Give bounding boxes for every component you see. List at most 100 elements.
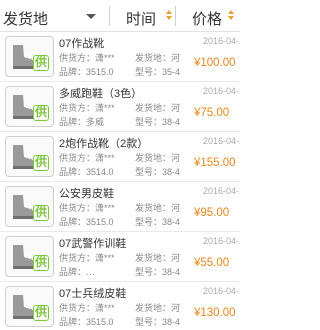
product-supplier: 供货方：潇***	[59, 201, 115, 214]
product-title: 07士兵绒皮鞋	[59, 288, 127, 300]
supplier-label: 供货方：	[59, 103, 96, 113]
model-value: 38-46	[162, 317, 180, 327]
product-date: 2016-04-1	[203, 286, 240, 296]
brand-label: 品牌：	[59, 167, 87, 177]
origin-value: 河南	[171, 203, 180, 213]
product-brand: 品牌：…	[59, 265, 95, 278]
brand-label: 品牌：	[59, 267, 87, 277]
brand-value: 多威	[86, 117, 105, 127]
model-label: 型号：	[135, 167, 163, 177]
brand-value: 3515.0	[86, 217, 114, 227]
model-value: 38-46	[162, 217, 180, 227]
model-label: 型号：	[135, 217, 163, 227]
product-item[interactable]: 供 多威跑鞋（3色） 2016-04-1 供货方：潇*** 发货地：河南 品牌：…	[0, 82, 240, 132]
supply-badge: 供	[33, 255, 49, 271]
origin-value: 河南	[171, 303, 180, 313]
product-price: ¥130.00	[194, 307, 236, 319]
model-label: 型号：	[135, 317, 163, 327]
product-origin: 发货地：河南	[135, 151, 180, 164]
origin-value: 河南	[171, 253, 180, 263]
model-value: 38-45	[162, 117, 180, 127]
brand-value: …	[86, 267, 96, 277]
product-price: ¥100.00	[194, 57, 236, 69]
chevron-down-icon	[86, 14, 96, 19]
sort-icon	[166, 10, 174, 22]
supplier-value: 潇***	[95, 53, 115, 63]
model-label: 型号：	[135, 117, 163, 127]
model-value: 38-46	[162, 167, 180, 177]
product-origin: 发货地：河南	[135, 101, 180, 114]
product-title: 07作战靴	[59, 38, 105, 50]
product-title: 公安男皮鞋	[59, 188, 114, 200]
time-sort-label: 时间	[126, 11, 157, 28]
supplier-label: 供货方：	[59, 303, 96, 313]
supply-badge: 供	[33, 105, 49, 121]
supplier-value: 潇***	[95, 153, 115, 163]
product-price: ¥55.00	[194, 257, 230, 269]
brand-value: 3515.0	[86, 67, 114, 77]
product-thumbnail: 供	[5, 236, 54, 277]
origin-filter-label: 发货地	[3, 11, 49, 28]
product-origin: 发货地：河南	[135, 201, 180, 214]
product-thumbnail: 供	[5, 186, 54, 227]
supplier-value: 潇***	[95, 103, 115, 113]
model-label: 型号：	[135, 267, 163, 277]
product-title: 07武警作训鞋	[59, 238, 127, 250]
product-item[interactable]: 供 2炮作战靴（2款） 2016-04-1 供货方：潇*** 发货地：河南 品牌…	[0, 132, 240, 182]
product-item[interactable]: 供 07作战靴 2016-04-1 供货方：潇*** 发货地：河南 品牌：351…	[0, 32, 240, 82]
price-sort-button[interactable]: 价格	[176, 0, 240, 31]
supplier-label: 供货方：	[59, 53, 96, 63]
product-supplier: 供货方：潇***	[59, 51, 115, 64]
price-sort-label: 价格	[192, 11, 223, 28]
product-origin: 发货地：河南	[135, 51, 180, 64]
supply-badge: 供	[33, 155, 49, 171]
origin-value: 河南	[171, 53, 180, 63]
product-brand: 品牌：3515.0	[59, 215, 114, 228]
supply-badge: 供	[33, 55, 49, 71]
product-item[interactable]: 供 07武警作训鞋 2016-04-1 供货方：潇*** 发货地：河南 品牌：……	[0, 232, 240, 282]
origin-label: 发货地：	[135, 303, 172, 313]
product-date: 2016-04-1	[203, 186, 240, 196]
model-value: 38-46	[162, 267, 180, 277]
product-supplier: 供货方：潇***	[59, 251, 115, 264]
origin-label: 发货地：	[135, 203, 172, 213]
product-date: 2016-04-1	[203, 236, 240, 246]
sort-icon	[228, 10, 236, 22]
time-sort-button[interactable]: 时间	[110, 0, 176, 31]
product-price: ¥95.00	[194, 207, 230, 219]
product-thumbnail: 供	[5, 86, 54, 127]
supplier-value: 潇***	[95, 203, 115, 213]
product-date: 2016-04-1	[203, 36, 240, 46]
origin-filter-button[interactable]: 发货地	[0, 0, 110, 31]
product-supplier: 供货方：潇***	[59, 151, 115, 164]
product-thumbnail: 供	[5, 286, 54, 327]
filter-bar: 发货地 时间 价格	[0, 0, 240, 32]
product-model: 型号：38-45	[135, 115, 180, 128]
product-brand: 品牌：多威	[59, 115, 104, 128]
product-brand: 品牌：3515.0	[59, 65, 114, 78]
brand-value: 3515.0	[86, 317, 114, 327]
origin-label: 发货地：	[135, 53, 172, 63]
supplier-label: 供货方：	[59, 253, 96, 263]
origin-label: 发货地：	[135, 153, 172, 163]
product-list: 供 07作战靴 2016-04-1 供货方：潇*** 发货地：河南 品牌：351…	[0, 32, 240, 330]
product-brand: 品牌：3514.0	[59, 165, 114, 178]
brand-label: 品牌：	[59, 67, 87, 77]
origin-label: 发货地：	[135, 103, 172, 113]
supplier-label: 供货方：	[59, 203, 96, 213]
product-model: 型号：38-46	[135, 315, 180, 328]
supply-badge: 供	[33, 305, 49, 321]
model-label: 型号：	[135, 67, 163, 77]
product-price: ¥155.00	[194, 157, 236, 169]
product-date: 2016-04-1	[203, 136, 240, 146]
product-item[interactable]: 供 公安男皮鞋 2016-04-1 供货方：潇*** 发货地：河南 品牌：351…	[0, 182, 240, 232]
origin-value: 河南	[171, 153, 180, 163]
product-item[interactable]: 供 07士兵绒皮鞋 2016-04-1 供货方：潇*** 发货地：河南 品牌：3…	[0, 282, 240, 330]
product-date: 2016-04-1	[203, 86, 240, 96]
product-supplier: 供货方：潇***	[59, 301, 115, 314]
product-thumbnail: 供	[5, 36, 54, 77]
product-origin: 发货地：河南	[135, 251, 180, 264]
model-value: 35-49	[162, 67, 180, 77]
origin-label: 发货地：	[135, 253, 172, 263]
product-model: 型号：38-46	[135, 265, 180, 278]
